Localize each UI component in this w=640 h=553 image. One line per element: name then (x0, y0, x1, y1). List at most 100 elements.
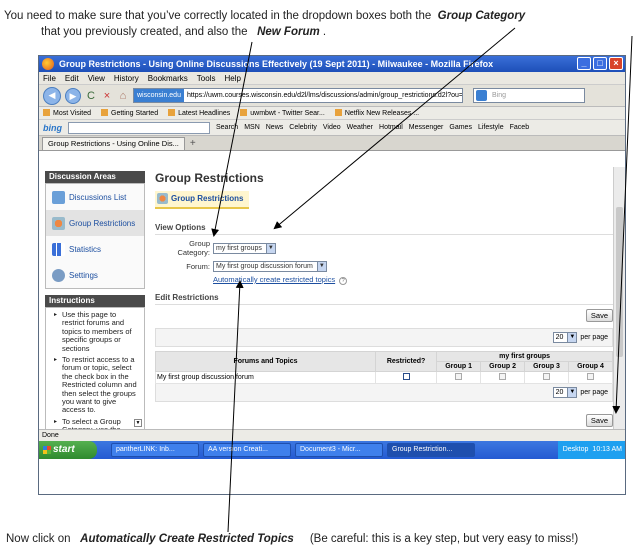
bing-games[interactable]: Games (449, 124, 472, 131)
stop-icon[interactable]: × (101, 90, 113, 102)
bing-logo: bing (43, 122, 62, 133)
bing-facebook[interactable]: Faceb (510, 124, 529, 131)
save-button-bottom[interactable]: Save (585, 414, 613, 427)
group-3-checkbox[interactable] (543, 373, 551, 380)
taskbar-item[interactable]: AA version Creati... (203, 443, 291, 457)
auto-create-restricted-topics-link[interactable]: Automatically create restricted topics? (213, 275, 613, 285)
group-restrictions-icon (52, 216, 65, 230)
start-button[interactable]: start (39, 441, 97, 459)
bing-messenger[interactable]: Messenger (409, 124, 444, 131)
bing-hotmail[interactable]: Hotmail (379, 124, 403, 131)
taskbar-item-active[interactable]: Group Restriction... (387, 443, 475, 457)
bing-celebrity[interactable]: Celebrity (289, 124, 317, 131)
window-title: Group Restrictions - Using Online Discus… (59, 59, 494, 69)
menu-bookmarks[interactable]: Bookmarks (148, 72, 188, 84)
group-2-checkbox[interactable] (499, 373, 507, 380)
tab-group-restrictions-chip[interactable]: Group Restrictions (155, 191, 250, 209)
home-icon[interactable]: ⌂ (117, 90, 129, 102)
minimize-button[interactable]: _ (577, 57, 591, 70)
save-button-top[interactable]: Save (585, 309, 613, 322)
system-tray: Desktop 10:13 AM (557, 441, 625, 459)
sidebar-item-discussions-list[interactable]: Discussions List (46, 184, 144, 210)
column-restricted: Restricted? (374, 351, 438, 372)
instruction-line-1: You need to make sure that you’ve correc… (4, 10, 526, 22)
chevron-down-icon[interactable]: ▼ (265, 243, 275, 253)
discussion-areas-list: Discussions List Group Restrictions Stat… (45, 183, 145, 289)
site-identity-badge[interactable]: wisconsin.edu (134, 89, 184, 102)
menu-bar: File Edit View History Bookmarks Tools H… (39, 72, 625, 85)
pager-bottom: 20 ▼ per page (155, 384, 613, 402)
sidebar-item-group-restrictions[interactable]: Group Restrictions (46, 210, 144, 236)
pager-top: 20 ▼ per page (155, 328, 613, 347)
per-page-select-bottom[interactable]: 20 ▼ (552, 387, 578, 398)
forum-label: Forum: (186, 262, 210, 271)
discussions-icon (52, 190, 65, 204)
sidebar-item-statistics[interactable]: Statistics (46, 236, 144, 262)
reload-icon[interactable]: C (85, 90, 97, 102)
menu-help[interactable]: Help (224, 72, 240, 84)
column-group-category: my first groups (436, 351, 613, 362)
taskbar-item[interactable]: pantherLINK: Inb... (111, 443, 199, 457)
restrictions-table: Forums and Topics Restricted? my first g… (155, 351, 613, 384)
group-4-checkbox[interactable] (587, 373, 594, 380)
bing-toolbar: bing Search MSN News Celebrity Video Wea… (39, 120, 625, 136)
bookmark-latest-headlines[interactable]: Latest Headlines (168, 107, 230, 119)
chevron-down-icon[interactable]: ▼ (567, 388, 577, 397)
bookmark-most-visited[interactable]: Most Visited (43, 107, 91, 119)
forum-select[interactable]: My first group discussion forum ▼ (213, 261, 327, 272)
forward-button[interactable]: ▶ (65, 87, 81, 104)
url-text: https://uwm.courses.wisconsin.edu/d2l/lm… (186, 92, 463, 99)
instructions-header: Instructions (45, 295, 145, 307)
instructions-scroll-icon[interactable]: ▼ (134, 419, 142, 427)
bing-video[interactable]: Video (323, 124, 341, 131)
menu-view[interactable]: View (88, 72, 105, 84)
instruction-bottom: Now click on Automatically Create Restri… (6, 533, 579, 545)
maximize-button[interactable]: □ (593, 57, 607, 70)
discussion-areas-header: Discussion Areas (45, 171, 145, 183)
menu-file[interactable]: File (43, 72, 56, 84)
search-engine-icon[interactable] (476, 90, 487, 101)
bing-news[interactable]: News (266, 124, 284, 131)
menu-edit[interactable]: Edit (65, 72, 79, 84)
column-group-4: Group 4 (568, 361, 613, 372)
menu-tools[interactable]: Tools (197, 72, 216, 84)
search-input[interactable]: Bing (473, 88, 585, 103)
bookmark-twitter[interactable]: uwmbwt - Twitter Sear... (240, 107, 325, 119)
url-bar[interactable]: wisconsin.edu https://uwm.courses.wiscon… (133, 88, 463, 103)
group-category-label: Group Category: (177, 239, 210, 257)
status-bar: Done (39, 429, 625, 441)
restricted-checkbox[interactable] (402, 373, 410, 380)
bing-search[interactable]: Search (216, 124, 238, 131)
scrollbar-thumb[interactable] (616, 207, 623, 357)
instruction-line-2: that you previously created, and also th… (41, 26, 327, 38)
group-category-select[interactable]: my first groups ▼ (213, 242, 276, 254)
chevron-down-icon[interactable]: ▼ (567, 333, 577, 342)
page-scrollbar[interactable] (613, 167, 625, 429)
main-panel: Group Restrictions Group Restrictions Vi… (155, 167, 613, 427)
back-button[interactable]: ◀ (43, 86, 61, 105)
bing-search-input[interactable] (68, 121, 210, 134)
bookmark-getting-started[interactable]: Getting Started (101, 107, 158, 119)
chevron-down-icon[interactable]: ▼ (316, 262, 326, 271)
menu-history[interactable]: History (114, 72, 139, 84)
edit-restrictions-heading: Edit Restrictions (155, 293, 613, 305)
new-tab-button[interactable]: + (185, 138, 196, 150)
bookmark-netflix[interactable]: Netflix New Releases ... (335, 107, 419, 119)
bing-weather[interactable]: Weather (347, 124, 373, 131)
group-1-checkbox[interactable] (455, 373, 463, 380)
group-category-row: Group Category: my first groups ▼ (155, 239, 613, 257)
sidebar-item-settings[interactable]: Settings (46, 262, 144, 288)
window-titlebar: Group Restrictions - Using Online Discus… (39, 56, 625, 72)
instruction-item: Use this page to restrict forums and top… (54, 310, 140, 353)
tab-group-restrictions[interactable]: Group Restrictions - Using Online Dis... (42, 137, 185, 150)
column-group-1: Group 1 (436, 361, 482, 372)
taskbar-item[interactable]: Document3 - Micr... (295, 443, 383, 457)
desktop-toolbar[interactable]: Desktop (563, 441, 589, 459)
view-options-heading: View Options (155, 223, 613, 235)
bing-msn[interactable]: MSN (244, 124, 260, 131)
bing-lifestyle[interactable]: Lifestyle (478, 124, 504, 131)
help-icon[interactable]: ? (339, 277, 348, 285)
per-page-select-top[interactable]: 20 ▼ (552, 332, 578, 343)
sidebar: Discussion Areas Discussions List Group … (45, 171, 145, 429)
close-button[interactable]: × (609, 57, 623, 70)
